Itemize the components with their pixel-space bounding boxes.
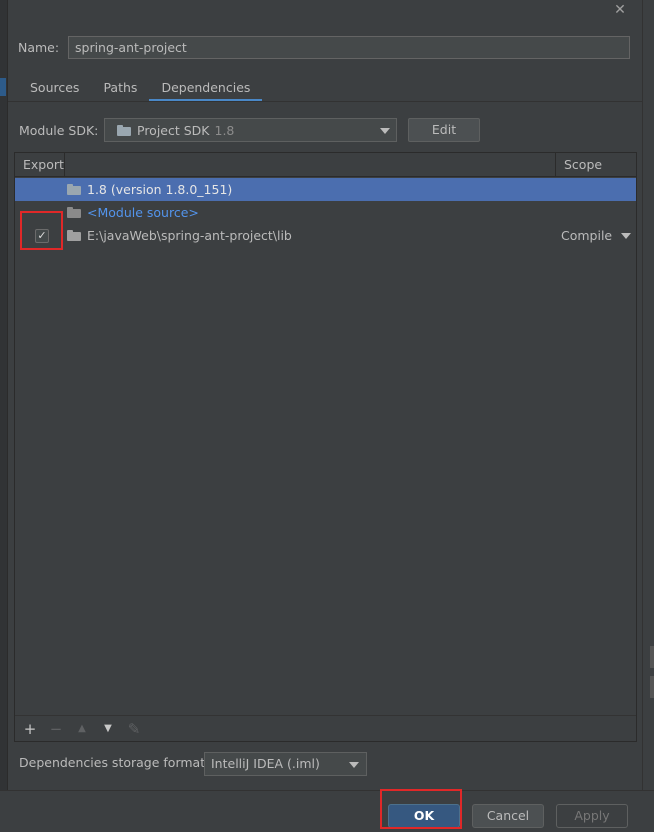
column-header-export[interactable]: Export: [15, 153, 65, 177]
apply-button[interactable]: Apply: [556, 804, 628, 828]
dependency-name: E:\javaWeb\spring-ant-project\lib: [87, 228, 292, 243]
move-down-icon[interactable]: ▼: [101, 722, 115, 736]
dependency-name-cell: E:\javaWeb\spring-ant-project\lib: [67, 224, 292, 247]
scope-value: Compile: [561, 228, 613, 243]
highlight-box: [380, 789, 462, 829]
left-panel-selection-marker: [0, 78, 6, 96]
module-sdk-label: Module SDK:: [19, 123, 99, 138]
dependency-name: 1.8 (version 1.8.0_151): [87, 182, 233, 197]
cancel-button[interactable]: Cancel: [472, 804, 544, 828]
left-panel-strip: [0, 0, 8, 790]
edge-marker: [650, 646, 654, 668]
chevron-down-icon: [349, 762, 359, 768]
tab-paths[interactable]: Paths: [91, 78, 149, 102]
dependency-name-cell: 1.8 (version 1.8.0_151): [67, 178, 232, 201]
tab-sources[interactable]: Sources: [18, 78, 91, 102]
remove-icon[interactable]: −: [49, 721, 63, 736]
edge-marker: [650, 676, 654, 698]
storage-format-label: Dependencies storage format:: [19, 755, 210, 770]
close-icon[interactable]: ✕: [612, 2, 628, 18]
edit-sdk-button[interactable]: Edit: [408, 118, 480, 142]
column-header-name[interactable]: [65, 153, 556, 177]
jdk-folder-icon: [67, 184, 81, 195]
dependencies-table: Export Scope 1.8 (version 1.8.0_151) <Mo…: [14, 152, 637, 742]
chevron-down-icon: [380, 128, 390, 134]
storage-format-select[interactable]: IntelliJ IDEA (.iml): [204, 752, 367, 776]
table-toolbar: + − ▲ ▼ ✎: [15, 715, 636, 741]
tabs-divider: [8, 101, 642, 102]
name-label: Name:: [18, 40, 60, 55]
right-panel-edge: [642, 0, 654, 790]
edit-pencil-icon[interactable]: ✎: [127, 721, 141, 736]
table-row[interactable]: 1.8 (version 1.8.0_151): [15, 178, 636, 201]
module-source-folder-icon: [67, 207, 81, 218]
module-name-input[interactable]: [68, 36, 630, 59]
library-folder-icon: [67, 230, 81, 241]
chevron-down-icon: [621, 233, 631, 239]
footer-divider: [0, 790, 654, 791]
sdk-select-value: Project SDK: [137, 122, 210, 138]
storage-format-value: IntelliJ IDEA (.iml): [211, 756, 320, 771]
dependency-name: <Module source>: [87, 205, 199, 220]
scope-dropdown[interactable]: Compile: [561, 224, 633, 247]
module-sdk-select[interactable]: Project SDK 1.8: [104, 118, 397, 142]
tab-dependencies[interactable]: Dependencies: [149, 78, 263, 102]
highlight-box: [20, 211, 63, 250]
module-tabs: Sources Paths Dependencies: [18, 78, 263, 102]
table-row[interactable]: <Module source>: [15, 201, 636, 224]
dependency-name-cell: <Module source>: [67, 201, 199, 224]
move-up-icon[interactable]: ▲: [75, 722, 89, 736]
table-header: Export Scope: [15, 153, 636, 177]
add-icon[interactable]: +: [23, 721, 37, 736]
sdk-folder-icon: [117, 124, 131, 136]
table-row[interactable]: ✓ E:\javaWeb\spring-ant-project\lib Comp…: [15, 224, 636, 247]
sdk-select-version: 1.8: [214, 122, 235, 138]
column-header-scope[interactable]: Scope: [556, 153, 636, 177]
